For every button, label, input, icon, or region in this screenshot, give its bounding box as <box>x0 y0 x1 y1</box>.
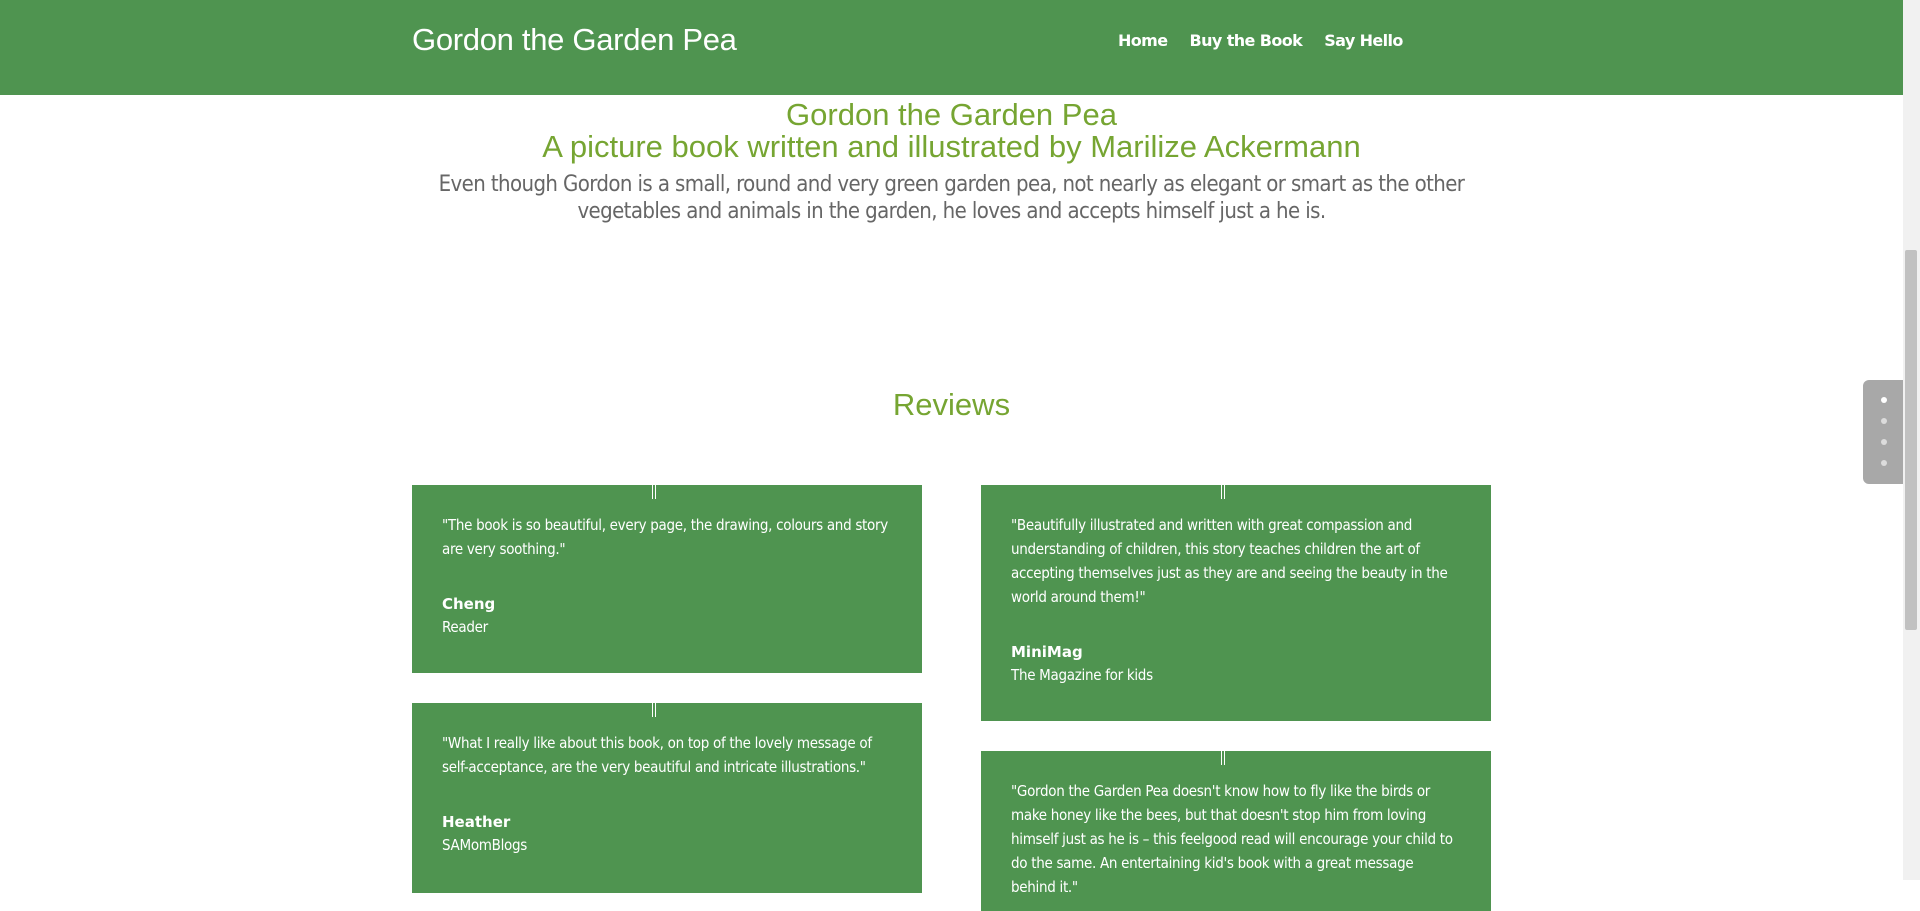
hero-title: Gordon the Garden Pea <box>786 97 1117 132</box>
site-title[interactable]: Gordon the Garden Pea <box>412 22 737 58</box>
review-card: "What I really like about this book, on … <box>412 691 922 893</box>
review-author-role: Reader <box>442 618 488 636</box>
nav-home-link[interactable]: Home <box>1118 31 1168 50</box>
section-dot-4[interactable] <box>1881 460 1887 466</box>
nav-say-hello-link[interactable]: Say Hello <box>1324 31 1403 50</box>
review-author-role: SAMomBlogs <box>442 836 527 854</box>
review-quote: "What I really like about this book, on … <box>442 734 872 776</box>
hero-subtitle: A picture book written and illustrated b… <box>542 129 1361 164</box>
section-dot-3[interactable] <box>1881 439 1887 445</box>
scrollbar-thumb[interactable] <box>1905 250 1917 630</box>
review-card: "Beautifully illustrated and written wit… <box>981 473 1491 721</box>
review-author: MiniMag <box>1011 643 1083 661</box>
section-dot-nav <box>1863 380 1903 484</box>
nav-buy-the-book-link[interactable]: Buy the Book <box>1190 31 1303 50</box>
section-dot-2[interactable] <box>1881 418 1887 424</box>
review-author: Heather <box>442 813 511 831</box>
hero-description: Even though Gordon is a small, round and… <box>438 172 1465 224</box>
review-quote: "Beautifully illustrated and written wit… <box>1011 516 1448 606</box>
review-author: Cheng <box>442 595 496 613</box>
review-quote: "The book is so beautiful, every page, t… <box>442 516 888 558</box>
review-card: "Gordon the Garden Pea doesn't know how … <box>981 739 1491 911</box>
site-header: Gordon the Garden Pea Home Buy the Book … <box>0 0 1903 95</box>
review-card: "The book is so beautiful, every page, t… <box>412 473 922 673</box>
review-quote: "Gordon the Garden Pea doesn't know how … <box>1011 782 1453 896</box>
review-author-role: The Magazine for kids <box>1011 666 1153 684</box>
main-nav: Home Buy the Book Say Hello <box>1118 31 1403 50</box>
reviews-heading: Reviews <box>892 387 1011 422</box>
section-dot-1[interactable] <box>1881 397 1887 403</box>
